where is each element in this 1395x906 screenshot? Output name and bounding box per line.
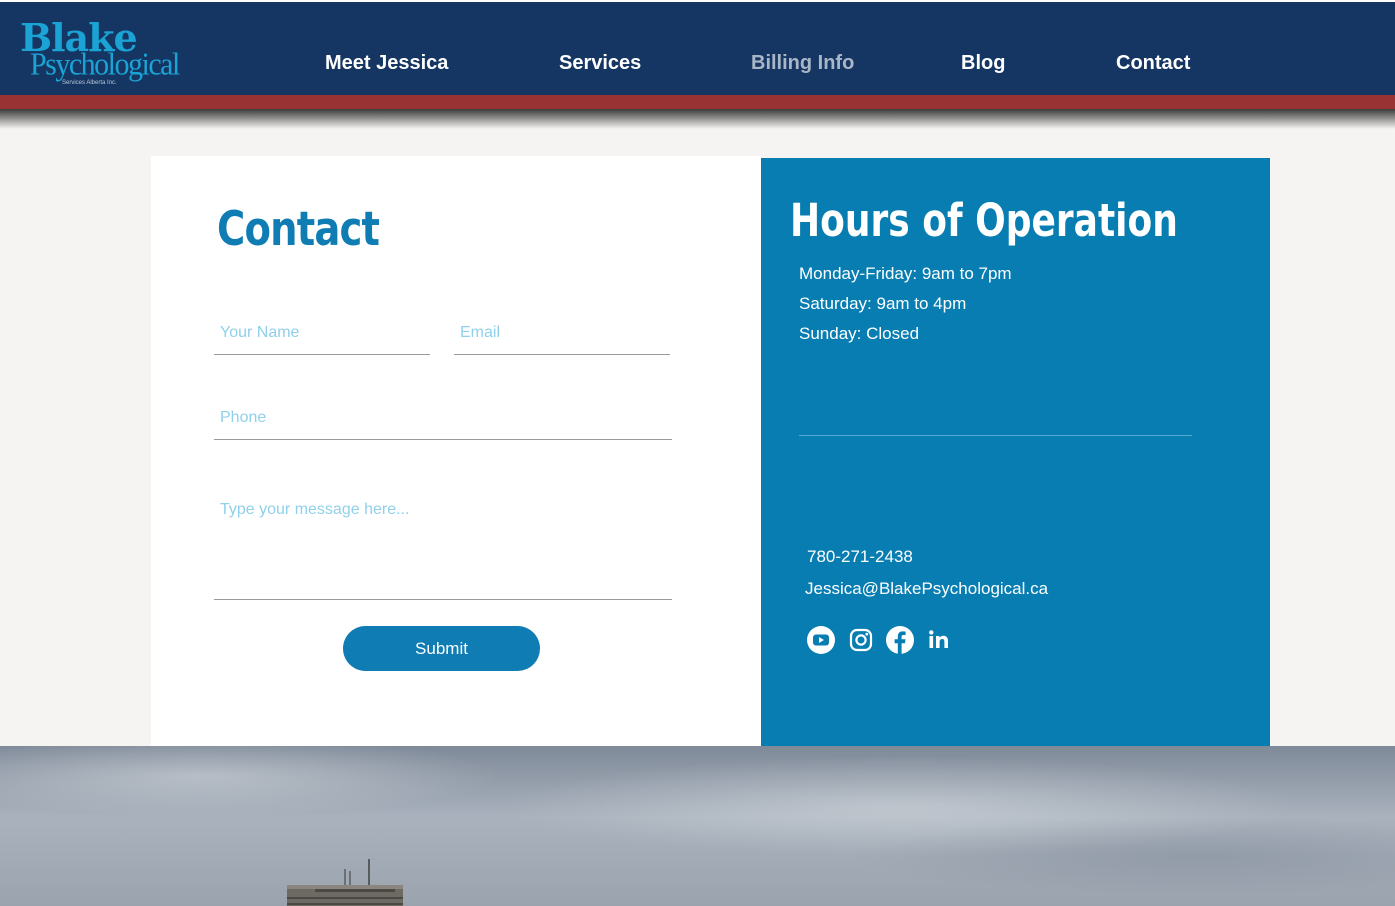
instagram-icon[interactable]	[846, 625, 876, 655]
phone-number[interactable]: 780-271-2438	[807, 547, 913, 567]
name-input[interactable]	[214, 322, 430, 355]
nav-contact[interactable]: Contact	[1116, 52, 1190, 75]
nav-services[interactable]: Services	[559, 52, 641, 75]
site-header: Blake Psychological Services Alberta Inc…	[0, 0, 1395, 95]
hours-panel: Hours of Operation Monday-Friday: 9am to…	[761, 158, 1270, 746]
hours-title: Hours of Operation	[790, 194, 1178, 247]
facebook-icon[interactable]	[885, 625, 915, 655]
contact-title: Contact	[217, 202, 380, 257]
city-skyline-photo	[0, 746, 1395, 906]
header-shadow	[0, 109, 1395, 129]
linkedin-icon[interactable]	[924, 625, 954, 655]
hours-divider	[799, 435, 1192, 436]
hours-weekday: Monday-Friday: 9am to 7pm	[799, 264, 1012, 283]
email-link[interactable]: Jessica@BlakePsychological.ca	[805, 579, 1048, 599]
youtube-icon[interactable]	[806, 625, 836, 655]
email-input[interactable]	[454, 322, 670, 355]
hours-saturday: Saturday: 9am to 4pm	[799, 294, 967, 313]
submit-button[interactable]: Submit	[343, 626, 540, 671]
contact-form-card: Contact Submit	[151, 156, 761, 746]
message-textarea[interactable]	[214, 495, 672, 600]
nav-billing-info[interactable]: Billing Info	[751, 52, 854, 75]
main-nav: Meet Jessica Services Billing Info Blog …	[0, 2, 1395, 97]
building-image	[287, 859, 403, 906]
hours-sunday: Sunday: Closed	[799, 324, 920, 343]
header-accent-stripe	[0, 95, 1395, 109]
nav-blog[interactable]: Blog	[961, 52, 1005, 75]
nav-meet-jessica[interactable]: Meet Jessica	[325, 52, 448, 75]
phone-input[interactable]	[214, 407, 672, 440]
